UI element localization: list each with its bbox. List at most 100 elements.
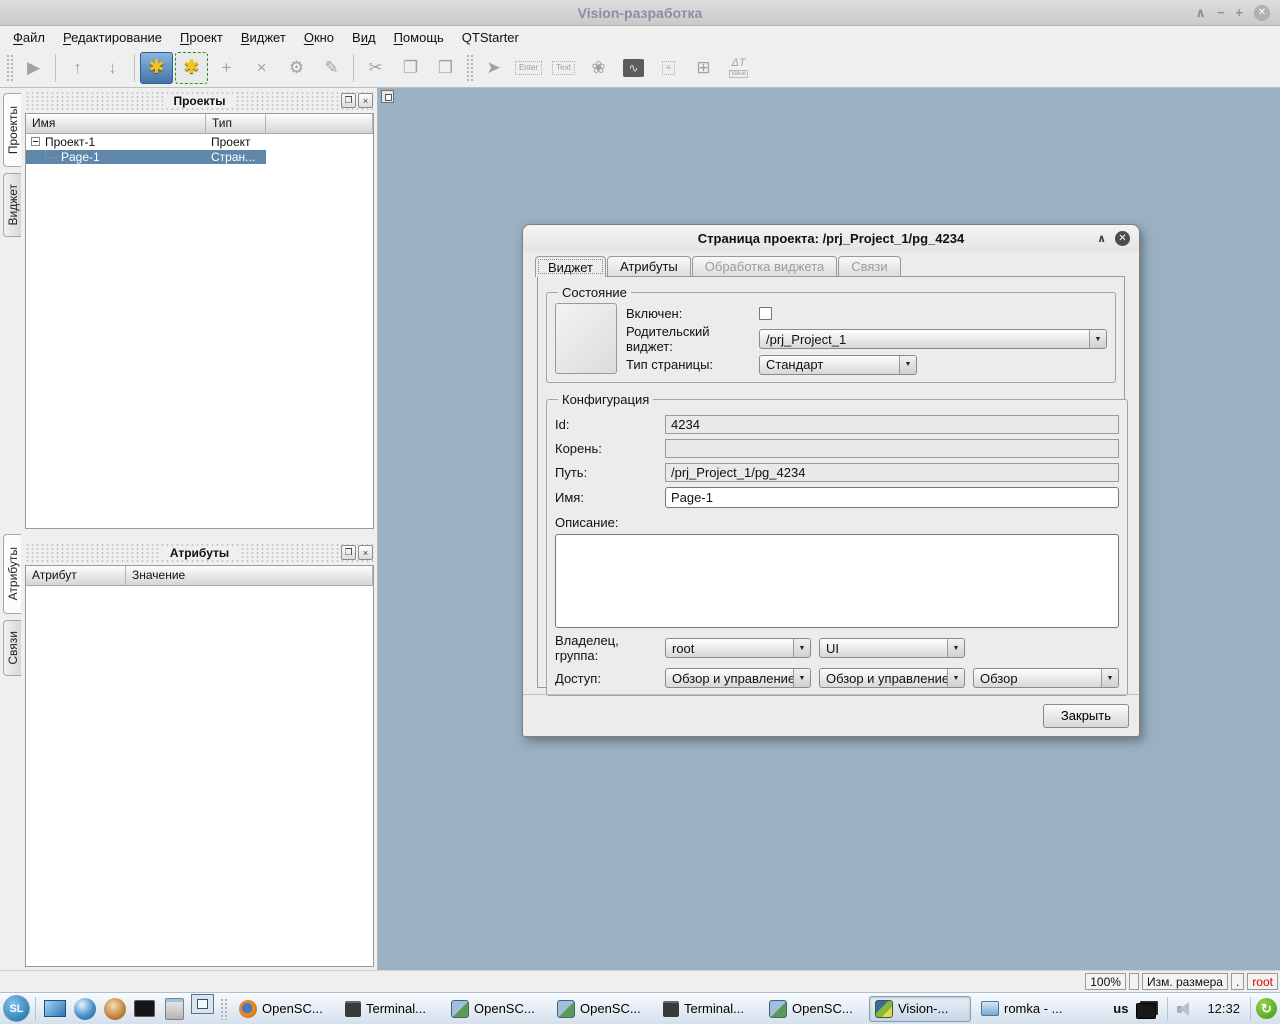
menu-view[interactable]: Вид — [343, 28, 385, 47]
function-elements-icon[interactable]: ΔTValue — [722, 52, 755, 84]
web-browser-launcher[interactable] — [71, 995, 98, 1022]
menu-window[interactable]: Окно — [295, 28, 343, 47]
text-elements-icon[interactable]: Text — [547, 52, 580, 84]
clock[interactable]: 12:32 — [1207, 1001, 1240, 1016]
left-dock: Проекты ❐ × Имя Тип Проект-1ПроектPage-1… — [22, 88, 378, 970]
taskbar-task[interactable]: Terminal... — [339, 996, 441, 1022]
minimize-window-icon[interactable]: − — [1217, 6, 1225, 19]
run-project-icon[interactable]: ▶ — [17, 52, 50, 84]
enabled-checkbox[interactable] — [759, 307, 772, 320]
dialog-titlebar[interactable]: Страница проекта: /prj_Project_1/pg_4234… — [523, 225, 1139, 251]
taskbar-task[interactable]: Vision-... — [869, 996, 971, 1022]
float-panel-icon[interactable]: ❐ — [341, 93, 356, 108]
page-preview-button[interactable] — [555, 303, 617, 374]
dock-splitter[interactable] — [22, 532, 377, 540]
attributes-column-attribute[interactable]: Атрибут — [26, 566, 126, 585]
cut-icon[interactable]: ✂ — [359, 52, 392, 84]
window-titlebar[interactable]: Vision-разработка ∧ − + ✕ — [0, 0, 1280, 26]
menu-file[interactable]: Файл — [4, 28, 54, 47]
id-label: Id: — [555, 417, 665, 432]
attributes-column-value[interactable]: Значение — [126, 566, 373, 585]
id-field[interactable] — [665, 415, 1119, 434]
description-textarea[interactable] — [555, 534, 1119, 628]
projects-panel-titlebar[interactable]: Проекты ❐ × — [25, 91, 374, 110]
group-combobox[interactable]: UI ▼ — [819, 638, 965, 658]
terminal-launcher-launcher[interactable] — [131, 995, 158, 1022]
maximize-window-icon[interactable]: + — [1235, 6, 1243, 19]
shade-dialog-icon[interactable]: ∧ — [1097, 232, 1106, 245]
description-label: Описание: — [555, 515, 1119, 530]
window-controls: ∧ − + ✕ — [1195, 0, 1270, 25]
file-manager-launcher[interactable] — [161, 995, 188, 1022]
save-to-db-icon[interactable]: ↓ — [96, 52, 129, 84]
close-button[interactable]: Закрыть — [1043, 704, 1129, 728]
firefox-icon — [239, 1000, 257, 1018]
taskbar-handle — [220, 998, 227, 1020]
widget-properties-icon[interactable]: ⚙ — [280, 52, 313, 84]
logout-icon[interactable]: ↻ — [1256, 998, 1277, 1019]
show-desktop-launcher[interactable] — [41, 995, 68, 1022]
root-field[interactable] — [665, 439, 1119, 458]
dialog-tab-виджет[interactable]: Виджет — [535, 256, 606, 277]
workspace-pager[interactable] — [191, 994, 214, 1014]
taskbar-task[interactable]: OpenSC... — [445, 996, 547, 1022]
copy-icon[interactable]: ❐ — [394, 52, 427, 84]
close-window-icon[interactable]: ✕ — [1254, 5, 1270, 21]
dock-tab-widget[interactable]: Виджет — [3, 173, 21, 237]
close-panel-icon[interactable]: × — [358, 545, 373, 560]
name-field[interactable] — [665, 487, 1119, 508]
config-group: Конфигурация Id: Корень: Путь: — [546, 392, 1128, 696]
taskbar-task[interactable]: OpenSC... — [551, 996, 653, 1022]
taskbar-task[interactable]: OpenSC... — [763, 996, 865, 1022]
menu-edit[interactable]: Редактирование — [54, 28, 171, 47]
float-panel-icon[interactable]: ❐ — [341, 545, 356, 560]
tree-row[interactable]: Page-1Стран... — [26, 149, 373, 164]
menu-qtstarter[interactable]: QTStarter — [453, 28, 528, 47]
parent-widget-combobox[interactable]: /prj_Project_1 ▼ — [759, 329, 1107, 349]
access-user-combobox[interactable]: Обзор и управление ▼ — [665, 668, 811, 688]
dock-tab-links[interactable]: Связи — [3, 620, 21, 676]
screen: Vision-разработка ∧ − + ✕ ФайлРедактиров… — [0, 0, 1280, 1024]
volume-icon[interactable] — [1177, 1001, 1195, 1017]
tree-expander-icon[interactable] — [31, 137, 40, 146]
owner-combobox[interactable]: root ▼ — [665, 638, 811, 658]
keyboard-layout-indicator[interactable]: us — [1113, 1001, 1128, 1016]
paste-icon[interactable]: ❒ — [429, 52, 462, 84]
document-elements-icon[interactable]: ⊞ — [687, 52, 720, 84]
start-menu-button[interactable]: SL — [3, 995, 30, 1022]
new-project-icon[interactable]: ✱ — [140, 52, 173, 84]
new-widget-library-icon[interactable]: ✱ — [175, 52, 208, 84]
dock-tab-projects[interactable]: Проекты — [3, 93, 21, 167]
shade-window-icon[interactable]: ∧ — [1195, 6, 1206, 19]
add-widget-icon[interactable]: + — [210, 52, 243, 84]
dock-tab-attributes[interactable]: Атрибуты — [3, 534, 21, 614]
media-elements-icon[interactable]: ❀ — [582, 52, 615, 84]
access-group-combobox[interactable]: Обзор и управление ▼ — [819, 668, 965, 688]
taskbar-task[interactable]: romka - ... — [975, 996, 1077, 1022]
mail-client-launcher[interactable] — [101, 995, 128, 1022]
chevron-down-icon: ▼ — [899, 356, 916, 374]
form-elements-icon[interactable]: Enter — [512, 52, 545, 84]
taskbar-task[interactable]: Terminal... — [657, 996, 759, 1022]
projects-column-name[interactable]: Имя — [26, 114, 206, 133]
cursor-tool-icon[interactable]: ➤ — [477, 52, 510, 84]
projects-column-type[interactable]: Тип — [206, 114, 266, 133]
tree-row[interactable]: Проект-1Проект — [26, 134, 373, 149]
display-settings-icon[interactable] — [1136, 1003, 1156, 1019]
attributes-panel-titlebar[interactable]: Атрибуты ❐ × — [25, 543, 374, 562]
diagram-elements-icon[interactable]: ∿ — [617, 52, 650, 84]
delete-widget-icon[interactable]: × — [245, 52, 278, 84]
protocol-elements-icon[interactable]: ≡ — [652, 52, 685, 84]
menu-help[interactable]: Помощь — [385, 28, 453, 47]
access-other-combobox[interactable]: Обзор ▼ — [973, 668, 1119, 688]
close-dialog-icon[interactable]: ✕ — [1115, 231, 1130, 246]
menu-widget[interactable]: Виджет — [232, 28, 295, 47]
close-panel-icon[interactable]: × — [358, 93, 373, 108]
dialog-tab-атрибуты[interactable]: Атрибуты — [607, 256, 691, 276]
edit-widget-icon[interactable]: ✎ — [315, 52, 348, 84]
taskbar-task[interactable]: OpenSC... — [233, 996, 335, 1022]
path-field[interactable] — [665, 463, 1119, 482]
menu-project[interactable]: Проект — [171, 28, 232, 47]
page-type-combobox[interactable]: Стандарт ▼ — [759, 355, 917, 375]
load-from-db-icon[interactable]: ↑ — [61, 52, 94, 84]
